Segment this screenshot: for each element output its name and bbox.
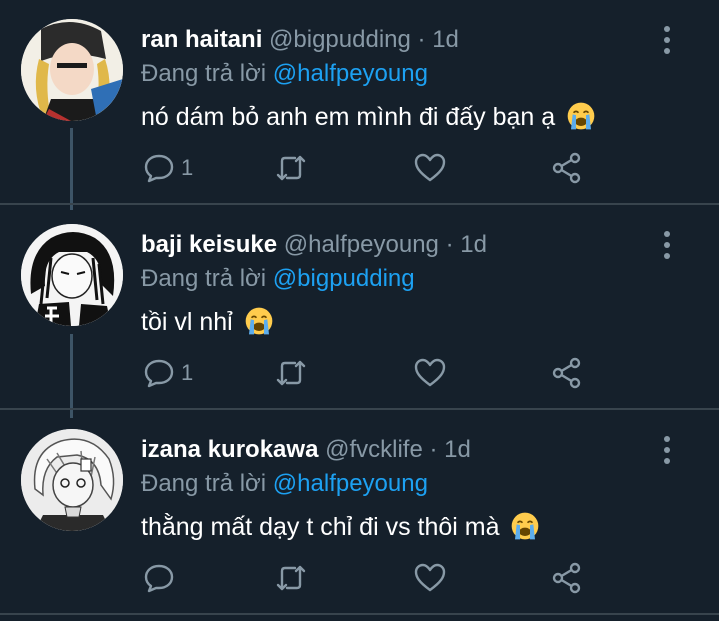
retweet-icon (276, 360, 306, 386)
share-button[interactable] (551, 560, 583, 596)
tweet-text-content: thằng mất dạy t chỉ đi vs thôi mà (141, 513, 500, 541)
reply-icon (144, 154, 174, 183)
username[interactable]: @fvcklife (325, 436, 423, 463)
username[interactable]: @bigpudding (269, 26, 411, 53)
tweet-text: thằng mất dạy t chỉ đi vs thôi mà (141, 510, 540, 544)
more-vertical-icon[interactable] (657, 432, 677, 468)
timestamp[interactable]: 1d (444, 436, 471, 463)
reply-icon (144, 359, 174, 388)
more-vertical-icon[interactable] (657, 22, 677, 58)
replying-to: Đang trả lời @bigpudding (141, 263, 415, 295)
username[interactable]: @halfpeyoung (284, 231, 439, 258)
timestamp[interactable]: 1d (460, 231, 487, 258)
separator-dot: · (429, 436, 438, 463)
replying-to-label: Đang trả lời (141, 470, 267, 497)
avatar[interactable] (21, 429, 123, 531)
like-button[interactable] (414, 560, 446, 596)
tweet-text: nó dám bỏ anh em mình đi đấy bạn ạ (141, 100, 596, 134)
heart-icon (414, 358, 446, 387)
heart-icon (414, 153, 446, 182)
tweet-header: izana kurokawa @fvcklife · 1d (141, 434, 471, 466)
tweet[interactable]: izana kurokawa @fvcklife · 1d Đang trả l… (0, 410, 719, 616)
tweet-header: ran haitani @bigpudding · 1d (141, 24, 459, 56)
reply-button[interactable]: 1 (143, 355, 193, 391)
retweet-button[interactable] (275, 355, 307, 391)
loudly-crying-face-icon (245, 307, 273, 335)
replying-to-label: Đang trả lời (141, 60, 267, 87)
more-vertical-icon[interactable] (657, 227, 677, 263)
separator-dot: · (417, 26, 426, 53)
tweet-actions (0, 560, 719, 600)
tweet-text-content: tồi vl nhỉ (141, 308, 233, 336)
tweet-text: tồi vl nhỉ (141, 305, 274, 339)
avatar-image (21, 429, 123, 531)
reply-count: 1 (181, 360, 194, 385)
reply-count: 1 (181, 155, 194, 180)
tweet[interactable]: ran haitani @bigpudding · 1d Đang trả lờ… (0, 0, 719, 206)
share-button[interactable] (551, 150, 583, 186)
reply-icon (144, 564, 174, 593)
replying-to-label: Đang trả lời (141, 265, 267, 292)
loudly-crying-face-icon (512, 512, 539, 540)
replying-to: Đang trả lời @halfpeyoung (141, 468, 428, 500)
tweet-text-content: nó dám bỏ anh em mình đi đấy bạn ạ (141, 103, 556, 131)
avatar[interactable] (21, 19, 123, 121)
display-name[interactable]: ran haitani (141, 26, 262, 53)
share-icon (552, 152, 581, 184)
display-name[interactable]: baji keisuke (141, 231, 277, 258)
retweet-button[interactable] (275, 150, 307, 186)
heart-icon (414, 563, 446, 592)
retweet-icon (276, 565, 306, 591)
separator-dot: · (445, 231, 454, 258)
tweet-actions: 1 (0, 150, 719, 190)
share-icon (552, 357, 581, 389)
tweet-actions: 1 (0, 355, 719, 395)
avatar-image (21, 19, 123, 121)
loudly-crying-face-icon (567, 102, 595, 130)
display-name[interactable]: izana kurokawa (141, 436, 318, 463)
mention-link[interactable]: @bigpudding (273, 265, 415, 292)
mention-link[interactable]: @halfpeyoung (273, 60, 428, 87)
retweet-icon (276, 155, 306, 181)
tweet-header: baji keisuke @halfpeyoung · 1d (141, 229, 487, 261)
avatar[interactable] (21, 224, 123, 326)
avatar-image (21, 224, 123, 326)
mention-link[interactable]: @halfpeyoung (273, 470, 428, 497)
like-button[interactable] (414, 355, 446, 391)
reply-button[interactable] (143, 560, 181, 596)
tweet-divider (0, 613, 719, 615)
share-icon (552, 562, 581, 594)
timestamp[interactable]: 1d (432, 26, 459, 53)
retweet-button[interactable] (275, 560, 307, 596)
tweet[interactable]: baji keisuke @halfpeyoung · 1d Đang trả … (0, 205, 719, 411)
share-button[interactable] (551, 355, 583, 391)
like-button[interactable] (414, 150, 446, 186)
replying-to: Đang trả lời @halfpeyoung (141, 58, 428, 90)
reply-button[interactable]: 1 (143, 150, 193, 186)
